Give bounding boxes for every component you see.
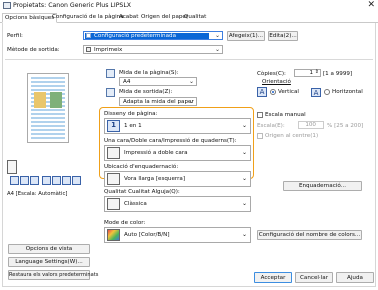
quality-label: Qualitat Cualitat Alguja(Q): — [104, 189, 180, 195]
tab-finishing[interactable]: Acabat — [117, 13, 140, 23]
chevron-down-icon: ⌄ — [214, 46, 220, 53]
divider — [5, 59, 373, 60]
duplex-select[interactable]: Impressió a doble cara ⌄ — [104, 145, 251, 161]
page-layout-select[interactable]: 1 1 en 1 ⌄ — [104, 118, 251, 134]
portrait-radio[interactable] — [270, 89, 276, 95]
landscape-label: Horitzontal — [332, 89, 363, 95]
chevron-down-icon: ⌄ — [241, 149, 247, 156]
tab-basic-options[interactable]: Opcions bàsiques — [2, 13, 58, 23]
output-size-select[interactable]: Adapta la mida del paper ⌄ — [119, 97, 197, 106]
binding-select[interactable]: Vora llarga [esquerra] ⌄ — [104, 171, 251, 187]
color-mode-value: Auto [Color/B/N] — [124, 232, 170, 238]
binding-settings-button[interactable]: Enquadernació... — [283, 181, 362, 191]
page-layout-value: 1 en 1 — [124, 123, 142, 129]
scale-range: % [25 a 200] — [327, 123, 364, 129]
preview-toolbar — [10, 176, 86, 189]
print-icon — [86, 47, 91, 52]
chevron-down-icon: ⌄ — [214, 32, 220, 39]
duplex-value: Impressió a doble cara — [124, 150, 188, 156]
color-mode-label: Mode de color: — [104, 220, 146, 226]
ok-button[interactable]: Acceptar — [254, 272, 292, 283]
profile-value: Configuració predeterminada — [94, 33, 177, 39]
profile-select[interactable]: Configuració predeterminada ⌄ — [83, 31, 223, 40]
copies-range: [1 a 9999] — [323, 71, 353, 77]
profile-icon — [86, 33, 91, 38]
cancel-button[interactable]: Cancel·lar — [295, 272, 333, 283]
help-button[interactable]: Ajuda — [336, 272, 374, 283]
scale-stepper[interactable]: 100 — [298, 121, 324, 129]
page-size-value: A4 — [123, 79, 131, 85]
close-icon[interactable]: ✕ — [367, 0, 375, 10]
tab-bar: Opcions bàsiques Configuració de la pàgi… — [0, 12, 378, 23]
chevron-down-icon: ⌄ — [241, 175, 247, 182]
collate-icon — [7, 160, 17, 174]
scale-value: 100 — [305, 122, 316, 128]
portrait-icon: A — [257, 87, 267, 97]
staple-icon[interactable] — [30, 176, 39, 185]
duplex-icon[interactable] — [20, 176, 29, 185]
output-size-label: Mida de sortida(Z): — [119, 89, 173, 95]
page-size-icon — [106, 69, 115, 78]
spin-arrows-icon[interactable]: ⇕ — [315, 69, 319, 75]
language-settings-button[interactable]: Language Settings(W)... — [8, 257, 90, 267]
page-layout-label: Disseny de pàgina: — [104, 111, 158, 117]
color-icon[interactable] — [62, 176, 71, 185]
quality-select[interactable]: Clàssica ⌄ — [104, 196, 251, 212]
booklet-icon[interactable] — [52, 176, 61, 185]
manual-scale-checkbox[interactable] — [257, 112, 263, 118]
watermark-icon[interactable] — [42, 176, 51, 185]
title-bar: Propietats: Canon Generic Plus LIPSLX ✕ — [0, 0, 378, 12]
preview-caption: A4 [Escala: Automàtic] — [7, 191, 68, 197]
tab-page-setup[interactable]: Configuració de la pàgina — [50, 13, 126, 23]
landscape-icon: A — [311, 88, 321, 97]
chevron-down-icon: ⌄ — [188, 98, 194, 105]
chevron-down-icon: ⌄ — [241, 231, 247, 238]
duplex-label: Una cara/Doble cara/Impressió de quadern… — [104, 138, 237, 144]
printer-icon — [3, 2, 11, 9]
output-method-value: Imprimeix — [94, 47, 123, 53]
landscape-radio[interactable] — [324, 89, 330, 95]
quality-icon — [107, 198, 120, 210]
chevron-down-icon: ⌄ — [188, 78, 194, 85]
page-preview — [27, 73, 69, 143]
copies-label: Còpies(C): — [257, 71, 286, 77]
window-title: Propietats: Canon Generic Plus LIPSLX — [13, 2, 132, 9]
restore-defaults-button[interactable]: Restaura els valors predeterminats — [8, 270, 98, 280]
output-method-select[interactable]: Imprimeix ⌄ — [83, 45, 223, 54]
binding-edge-icon — [107, 173, 120, 185]
binding-value: Vora llarga [esquerra] — [124, 176, 186, 182]
orientation-label: Orientació — [262, 79, 291, 85]
view-options-button[interactable]: Opcions de vista — [8, 244, 90, 254]
output-size-value: Adapta la mida del paper — [123, 99, 194, 105]
copies-value: 1 — [309, 70, 313, 76]
chevron-down-icon: ⌄ — [241, 200, 247, 207]
output-method-label: Mètode de sortida: — [7, 47, 60, 53]
duplex-page-icon — [107, 147, 120, 159]
tab-quality[interactable]: Qualitat — [182, 13, 208, 23]
profile-label: Perfil: — [7, 33, 23, 39]
output-size-icon — [106, 88, 115, 97]
page-size-label: Mida de la pàgina(S): — [119, 70, 179, 76]
page-size-select[interactable]: A4 ⌄ — [119, 77, 197, 86]
scale-label: Escala(E): — [257, 123, 285, 129]
add-profile-button[interactable]: Afegeix(1)... — [227, 31, 265, 41]
center-origin-checkbox[interactable] — [257, 133, 263, 139]
paper-icon[interactable] — [72, 176, 81, 185]
center-origin-label: Origen al centre(1) — [265, 133, 319, 139]
copies-stepper[interactable]: 1 ⇕ — [294, 69, 321, 77]
color-mode-icon — [107, 229, 120, 241]
layout-icon[interactable] — [10, 176, 19, 185]
edit-profile-button[interactable]: Edita(2)... — [268, 31, 298, 41]
manual-scale-label: Escala manual — [265, 112, 306, 118]
chevron-down-icon: ⌄ — [241, 122, 247, 129]
color-mode-select[interactable]: Auto [Color/B/N] ⌄ — [104, 227, 251, 243]
portrait-label: Vertical — [278, 89, 299, 95]
color-count-settings-button[interactable]: Configuració del nombre de colors... — [257, 230, 362, 240]
binding-label: Ubicació d'enquadernació: — [104, 164, 179, 170]
layout-1on1-icon: 1 — [107, 120, 120, 132]
quality-value: Clàssica — [124, 201, 147, 207]
